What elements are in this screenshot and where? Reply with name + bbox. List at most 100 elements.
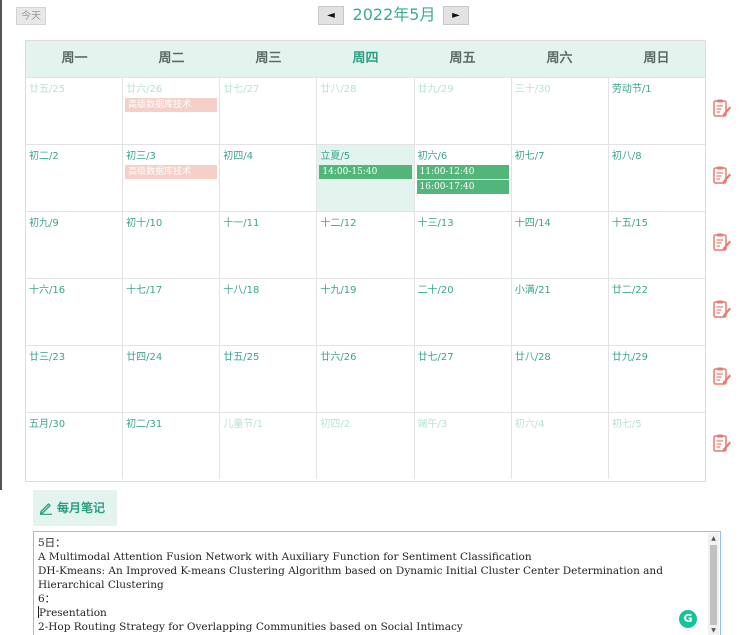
day-cell[interactable]: 廿八/28 [317, 78, 415, 144]
edit-note-icon[interactable] [712, 232, 732, 252]
day-label: 十五/15 [611, 218, 648, 229]
notes-line: Presentation [38, 606, 107, 619]
today-button[interactable]: 今天 [16, 7, 46, 25]
day-cell[interactable]: 端午/3 [415, 413, 512, 479]
day-cell[interactable]: 十八/18 [220, 279, 318, 345]
day-label: 廿七/27 [223, 84, 260, 95]
day-cell[interactable]: 初四/2 [317, 413, 415, 479]
day-cell[interactable]: 廿二/22 [609, 279, 705, 345]
day-label: 十九/19 [320, 285, 357, 296]
day-label: 廿六/26 [126, 84, 163, 95]
day-label: 廿八/28 [514, 352, 551, 363]
day-label: 初六/6 [417, 151, 448, 162]
weekday-header-cell: 周五 [449, 51, 476, 66]
day-cell[interactable]: 初七/5 [609, 413, 705, 479]
day-cell[interactable]: 廿七/27 [415, 346, 512, 412]
day-cell[interactable]: 十三/13 [415, 212, 512, 278]
day-label: 廿九/29 [417, 84, 454, 95]
day-cell[interactable]: 初四/4 [220, 145, 318, 211]
day-cell[interactable]: 二十/20 [415, 279, 512, 345]
day-label: 十八/18 [223, 285, 260, 296]
day-cell[interactable]: 十四/14 [512, 212, 609, 278]
day-label: 廿四/24 [126, 352, 163, 363]
calendar-event[interactable]: 16:00-17:40 [416, 180, 509, 194]
day-cell[interactable]: 廿五/25 [26, 78, 124, 144]
day-cell[interactable]: 劳动节/1 [609, 78, 705, 144]
next-month-button[interactable]: ► [443, 6, 469, 25]
scroll-down-arrow-icon[interactable]: ▼ [708, 625, 719, 635]
day-cell[interactable]: 初八/8 [609, 145, 705, 211]
scroll-up-arrow-icon[interactable]: ▲ [708, 533, 719, 544]
day-label: 初八/8 [611, 151, 642, 162]
notes-content[interactable]: 5日： A Multimodal Attention Fusion Network… [38, 536, 708, 634]
scrollbar-thumb[interactable] [710, 545, 717, 625]
edit-note-icon[interactable] [712, 433, 732, 453]
day-cell[interactable]: 廿四/24 [123, 346, 221, 412]
day-cell[interactable]: 儿童节/1 [220, 413, 318, 479]
day-cell[interactable]: 廿三/23 [26, 346, 124, 412]
monthly-notes-label: 每月笔记 [57, 501, 106, 515]
day-label: 初三/3 [126, 151, 156, 162]
day-cell[interactable]: 初二/2 [26, 145, 124, 211]
notes-scrollbar[interactable]: ▲ ▼ [708, 533, 719, 635]
day-label: 十七/17 [126, 285, 163, 296]
day-cell[interactable]: 小满/21 [512, 279, 609, 345]
day-cell[interactable]: 廿九/29 [609, 346, 705, 412]
notes-line: 5日： [38, 537, 66, 549]
weekday-header-cell: 周日 [643, 51, 670, 66]
calendar-event[interactable]: 11:00-12:40 [416, 165, 509, 179]
weekday-header-cell: 周六 [546, 51, 573, 66]
day-cell[interactable]: 初二/31 [123, 413, 221, 479]
day-label: 廿六/26 [320, 352, 357, 363]
monthly-notes-tab[interactable]: 每月笔记 [33, 490, 117, 526]
edit-note-icon[interactable] [712, 366, 732, 386]
monthly-notes-textarea[interactable]: 5日： A Multimodal Attention Fusion Network… [33, 531, 721, 635]
left-border [0, 0, 2, 490]
day-label: 十六/16 [29, 285, 66, 296]
grammarly-icon[interactable]: G [679, 610, 697, 628]
day-cell[interactable]: 初六/4 [512, 413, 609, 479]
weekday-header-cell: 周四 [352, 51, 379, 66]
weekday-header-cell: 周二 [158, 51, 185, 66]
calendar-event[interactable]: 高级数据库技术 [125, 165, 218, 179]
notes-line: DH-Kmeans: An Improved K-means Clusterin… [38, 565, 663, 591]
day-label: 小满/21 [514, 285, 551, 296]
day-cell[interactable]: 十七/17 [123, 279, 221, 345]
day-cell[interactable]: 廿五/25 [220, 346, 318, 412]
edit-note-icon[interactable] [712, 98, 732, 118]
day-cell[interactable]: 初九/9 [26, 212, 124, 278]
day-label: 儿童节/1 [223, 419, 264, 430]
day-cell[interactable]: 五月/30 [26, 413, 124, 479]
day-cell[interactable]: 初十/10 [123, 212, 221, 278]
weekday-header-cell: 周三 [255, 51, 282, 66]
day-cell[interactable]: 廿九/29 [415, 78, 512, 144]
day-cell[interactable]: 廿七/27 [220, 78, 318, 144]
day-label: 初七/5 [611, 419, 642, 430]
day-cell[interactable]: 廿六/26 高级数据库技术 [123, 78, 221, 144]
calendar-event[interactable]: 高级数据库技术 [125, 98, 218, 112]
day-cell[interactable]: 十六/16 [26, 279, 124, 345]
day-cell[interactable]: 初七/7 [512, 145, 609, 211]
day-cell[interactable]: 三十/30 [512, 78, 609, 144]
day-cell[interactable]: 廿六/26 [317, 346, 415, 412]
day-cell[interactable]: 十二/12 [317, 212, 415, 278]
day-label: 立夏/5 [320, 151, 351, 162]
prev-month-button[interactable]: ◄ [318, 6, 344, 25]
day-label: 廿九/29 [611, 352, 648, 363]
day-cell[interactable]: 廿八/28 [512, 346, 609, 412]
day-cell[interactable]: 十九/19 [317, 279, 415, 345]
edit-note-icon[interactable] [712, 165, 732, 185]
day-cell[interactable]: 初三/3 高级数据库技术 [123, 145, 221, 211]
day-cell-today[interactable]: 立夏/5 14:00-15:40 [317, 145, 415, 211]
day-label: 廿七/27 [417, 352, 454, 363]
edit-note-icon[interactable] [712, 299, 732, 319]
day-label: 廿二/22 [611, 285, 648, 296]
calendar-event[interactable]: 14:00-15:40 [319, 165, 412, 179]
day-label: 十四/14 [514, 218, 551, 229]
day-cell[interactable]: 十一/11 [220, 212, 318, 278]
day-label: 十三/13 [417, 218, 454, 229]
day-cell[interactable]: 十五/15 [609, 212, 705, 278]
day-cell[interactable]: 初六/6 11:00-12:40 16:00-17:40 [415, 145, 512, 211]
day-label: 廿八/28 [320, 84, 357, 95]
week-row: 廿五/25 廿六/26 高级数据库技术 廿七/27 廿八/28 廿九/29 三十/30 劳动节… [26, 77, 705, 144]
